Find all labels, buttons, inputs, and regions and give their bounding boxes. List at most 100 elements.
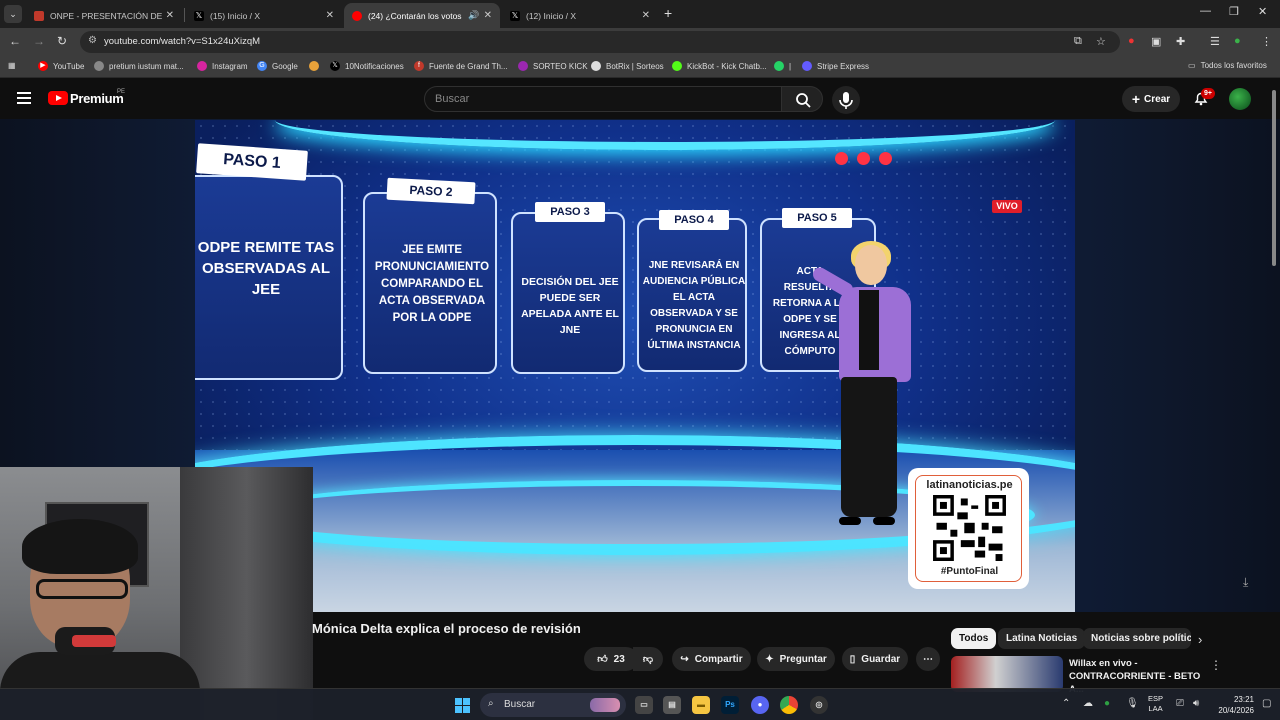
reload-icon[interactable]: ↻ (57, 34, 67, 48)
bookmark-pretium[interactable]: pretium iustum mat... (94, 61, 184, 71)
site-info-icon[interactable]: ⚙ (88, 35, 97, 46)
windows-taskbar: ⌕ Buscar ▭ ▤ ▬ Ps ● ◎ ⌃ ☁ ● 🎙︎ ESP LAA ⎚ … (0, 688, 1280, 720)
chevron-right-icon[interactable]: › (1198, 632, 1202, 647)
install-app-icon[interactable]: ⧉ (1074, 35, 1082, 48)
video-player[interactable]: VIVO PASO 1 ODPE REMITE TAS OBSERVADAS A… (195, 120, 1075, 612)
volume-icon[interactable]: 🔊︎ (1193, 698, 1199, 709)
step-1-text: ODPE REMITE TAS OBSERVADAS AL JEE (197, 239, 335, 298)
forward-icon[interactable]: → (33, 34, 45, 48)
notification-center-icon[interactable]: ▢ (1262, 698, 1271, 709)
plus-icon: + (1131, 91, 1141, 107)
bookmark-botrix[interactable]: BotRix | Sorteos (591, 61, 664, 71)
taskbar-search[interactable]: ⌕ Buscar (480, 693, 626, 717)
photoshop-icon[interactable]: Ps (721, 696, 739, 714)
chrome-icon[interactable] (780, 696, 798, 714)
bookmark-star-icon[interactable]: ☆ (1096, 35, 1106, 48)
save-button[interactable]: ▯ Guardar (842, 647, 908, 671)
speaker-icon[interactable]: 🔊 (468, 10, 479, 21)
bookmark-instagram[interactable]: Instagram (197, 61, 248, 71)
ask-button[interactable]: ✦ Preguntar (757, 647, 835, 671)
tab-youtube-active[interactable]: (24) ¿Contarán los votos de 🔊 ✕ (344, 3, 500, 28)
youtube-premium-label[interactable]: Premium (70, 91, 124, 106)
bookmark-google[interactable]: G Google (257, 61, 298, 71)
close-tab-icon[interactable]: ✕ (642, 10, 650, 21)
profile-avatar-icon[interactable]: ● (1234, 35, 1241, 47)
like-button[interactable]: 👍︎ 23 (584, 647, 638, 671)
printer-icon[interactable]: ▤ (663, 696, 681, 714)
more-vertical-icon[interactable]: ⋮ (1210, 658, 1222, 672)
all-favorites-folder[interactable]: ▭ Todos los favoritos (1188, 61, 1267, 70)
language-indicator[interactable]: ESP LAA (1148, 694, 1163, 714)
share-icon: ↪ (680, 653, 689, 665)
tray-mic-icon[interactable]: 🎙︎ (1126, 698, 1139, 709)
voice-search-button[interactable] (832, 86, 860, 114)
youtube-logo-icon[interactable] (48, 91, 68, 105)
chip-todos[interactable]: Todos (951, 628, 997, 649)
tab-onpe[interactable]: ONPE - PRESENTACIÓN DE RES ✕ (26, 3, 182, 28)
chip-latina-noticias[interactable]: Latina Noticias (998, 628, 1086, 649)
step-card-3: PASO 3 DECISIÓN DEL JEE PUEDE SER APELAD… (511, 202, 625, 374)
tab-x-inicio-12[interactable]: 𝕏 (12) Inicio / X ✕ (502, 3, 658, 28)
whatsapp-icon (774, 61, 784, 71)
new-tab-icon[interactable]: + (664, 5, 672, 21)
file-explorer-icon[interactable]: ▬ (692, 696, 710, 714)
hamburger-menu-icon[interactable] (17, 92, 31, 104)
tab-search-icon[interactable]: ⌄ (4, 5, 22, 23)
discord-icon[interactable]: ● (751, 696, 769, 714)
search-highlight-art (590, 698, 620, 712)
taskbar-clock[interactable]: 23:21 20/4/2026 (1212, 694, 1254, 716)
network-icon[interactable]: ⎚ (1176, 698, 1184, 709)
kick-icon (518, 61, 528, 71)
close-tab-icon[interactable]: ✕ (484, 10, 492, 21)
windows-start-icon[interactable] (455, 698, 470, 713)
tray-chevron-up-icon[interactable]: ⌃ (1062, 698, 1070, 709)
search-icon: ⌕ (488, 698, 494, 709)
tab-x-inicio-15[interactable]: 𝕏 (15) Inicio / X ✕ (186, 3, 342, 28)
search-button[interactable] (781, 86, 823, 112)
bookmark-grand-theft[interactable]: f Fuente de Grand Th... (414, 61, 508, 71)
extensions-puzzle-icon[interactable]: ✚ (1176, 35, 1185, 48)
chip-politica[interactable]: Noticias sobre política (1083, 628, 1191, 649)
close-window-icon[interactable]: ✕ (1258, 5, 1267, 18)
fuente-icon: f (414, 61, 424, 71)
bookmark-unnamed[interactable] (309, 61, 324, 71)
task-view-icon[interactable]: ▭ (635, 696, 653, 714)
tray-onedrive-icon[interactable]: ☁ (1083, 698, 1093, 709)
qr-url-text: latinanoticias.pe (926, 479, 1013, 491)
country-code: PE (117, 89, 126, 95)
onpe-favicon-icon (34, 10, 44, 21)
create-button[interactable]: + Crear (1122, 86, 1180, 112)
more-actions-button[interactable]: ⋯ (916, 647, 940, 671)
bookmark-stripe[interactable]: Stripe Express (802, 61, 869, 71)
reading-list-icon[interactable]: ☰ (1210, 35, 1220, 48)
back-icon[interactable]: ← (9, 34, 21, 48)
step-2-text: JEE EMITE PRONUNCIAMIENTO COMPARANDO EL … (374, 244, 490, 324)
step-4-title: PASO 4 (659, 210, 729, 230)
bookmark-youtube[interactable]: ▶ YouTube (38, 61, 84, 71)
dislike-button[interactable]: 👎︎ (633, 647, 663, 671)
related-video-thumbnail[interactable] (951, 656, 1063, 692)
apps-grid-icon[interactable]: ▦ (8, 61, 16, 70)
share-button[interactable]: ↪ Compartir (672, 647, 751, 671)
extension-icon[interactable]: ▣ (1151, 35, 1161, 48)
extension-red-icon[interactable]: ● (1128, 35, 1135, 47)
minimize-icon[interactable]: — (1200, 5, 1211, 17)
bookmarks-bar: ▦ ▶ YouTube pretium iustum mat... Instagr… (0, 56, 1280, 78)
youtube-header: Premium PE Buscar + Crear 9+ (0, 79, 1280, 119)
menu-kebab-icon[interactable]: ⋮ (1261, 35, 1272, 48)
close-tab-icon[interactable]: ✕ (326, 10, 334, 21)
tray-app-icon[interactable]: ● (1104, 698, 1110, 709)
restore-icon[interactable]: ❐ (1229, 5, 1239, 18)
bookmark-sorteo-kick[interactable]: SORTEO KICK (518, 61, 588, 71)
obs-icon[interactable]: ◎ (810, 696, 828, 714)
video-control-icon[interactable]: ⤓ (1243, 575, 1248, 590)
step-3-title: PASO 3 (535, 202, 605, 222)
bookmark-whatsapp[interactable]: | (774, 61, 791, 71)
page-scrollbar[interactable] (1272, 90, 1276, 266)
address-bar[interactable]: ⚙ youtube.com/watch?v=S1x24uXizqM ⧉ ☆ (80, 31, 1120, 53)
avatar[interactable] (1229, 88, 1251, 110)
bookmark-10notificaciones[interactable]: 𝕏 10Notificaciones (330, 61, 404, 71)
close-tab-icon[interactable]: ✕ (166, 10, 174, 21)
bookmark-kickbot[interactable]: KickBot - Kick Chatb... (672, 61, 767, 71)
search-input[interactable]: Buscar (424, 86, 782, 112)
